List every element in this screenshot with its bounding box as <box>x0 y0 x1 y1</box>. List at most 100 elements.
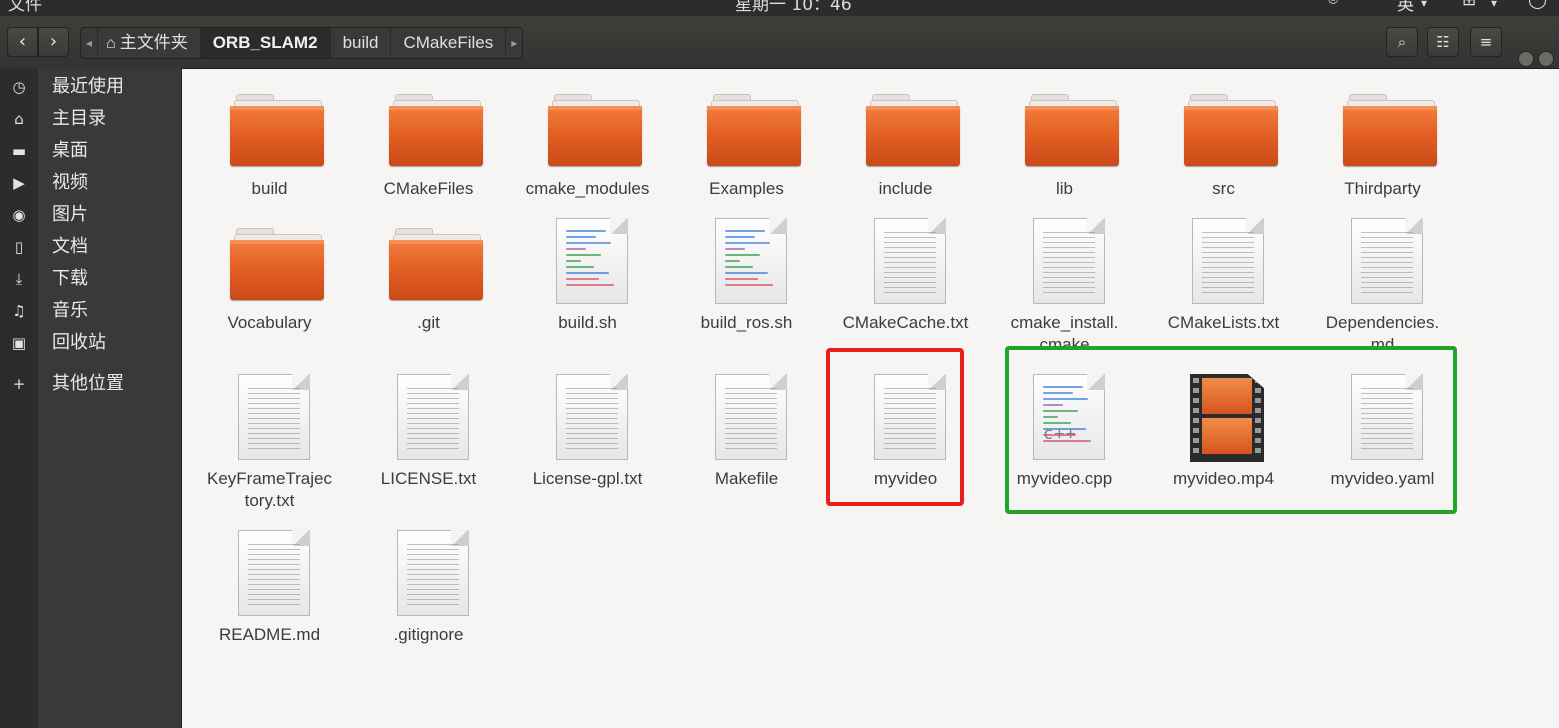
sidebar-item-video[interactable]: ▶ 视频 <box>0 168 181 198</box>
back-button[interactable]: ‹ <box>7 27 38 57</box>
file-item[interactable]: cmake_install. cmake <box>985 202 1144 354</box>
video-icon: ▶ <box>13 174 25 192</box>
folder-item[interactable]: include <box>826 68 985 218</box>
file-name-label: README.md <box>218 625 321 644</box>
folder-item[interactable]: lib <box>985 68 1144 218</box>
file-item[interactable]: build.sh <box>508 202 667 352</box>
sidebar-item-label: 图片 <box>52 204 88 225</box>
folder-icon <box>1343 94 1437 168</box>
file-name-label: Thirdparty <box>1344 179 1421 198</box>
file-item[interactable]: LICENSE.txt <box>349 358 508 508</box>
accessibility-icon[interactable]: ⍟ <box>1328 0 1338 10</box>
power-icon[interactable]: ◯ <box>1528 0 1547 10</box>
trash-icon: ▣ <box>11 334 27 352</box>
network-icon[interactable]: ⊞ <box>1462 0 1476 10</box>
folder-item[interactable]: Thirdparty <box>1303 68 1462 218</box>
breadcrumb-cmakefiles[interactable]: CMakeFiles <box>391 28 507 58</box>
file-item[interactable]: Dependencies. md <box>1303 202 1462 354</box>
search-button[interactable]: ⌕ <box>1386 27 1418 57</box>
clock-icon: ◷ <box>12 78 26 96</box>
folder-icon <box>230 94 324 168</box>
sidebar-item-download[interactable]: ⤓ 下载 <box>0 264 181 294</box>
file-name-label: KeyFrameTrajec tory.txt <box>206 469 332 510</box>
minimize-button[interactable] <box>1518 51 1534 67</box>
search-icon: ⌕ <box>1397 33 1407 51</box>
path-scroll-left-icon[interactable]: ◂ <box>81 28 99 58</box>
camera-icon: ◉ <box>12 206 26 224</box>
header-bar: ‹ › ◂ ⌂ 主文件夹 ORB_SLAM2 build CMakeFiles ▸… <box>0 16 1559 69</box>
system-top-bar: 文件 星期一 10：46 ⍟ 英 ▾ ⊞ ▾ ◯ <box>0 0 1559 16</box>
download-icon: ⤓ <box>15 270 23 288</box>
folder-icon <box>548 94 642 168</box>
file-name-label: build_ros.sh <box>700 313 793 332</box>
sidebar-item-label: 主目录 <box>52 108 106 129</box>
volume-icon[interactable]: ▾ <box>1491 0 1497 10</box>
sidebar-item-camera[interactable]: ◉ 图片 <box>0 200 181 230</box>
music-icon: ♫ <box>12 302 26 320</box>
view-options-icon: ☷ <box>1436 33 1450 51</box>
file-item[interactable]: Makefile <box>667 358 826 508</box>
maximize-button[interactable] <box>1538 51 1554 67</box>
plus-icon: + <box>12 375 26 393</box>
file-name-label: LICENSE.txt <box>380 469 477 488</box>
sidebar-item-label: 视频 <box>52 172 88 193</box>
file-name-label: CMakeFiles <box>383 179 474 198</box>
folder-item[interactable]: .git <box>349 202 508 352</box>
home-icon: ⌂ <box>14 110 24 128</box>
file-item[interactable]: CMakeLists.txt <box>1144 202 1303 352</box>
file-name-label: src <box>1212 179 1235 198</box>
folder-icon <box>866 94 960 168</box>
file-item[interactable]: CMakeCache.txt <box>826 202 985 352</box>
sidebar-item-home[interactable]: ⌂ 主目录 <box>0 104 181 134</box>
sidebar-item-label: 桌面 <box>52 140 88 161</box>
file-name-label: lib <box>1055 179 1073 198</box>
file-name-label: build.sh <box>558 313 617 332</box>
hamburger-menu-icon: ≡ <box>1479 33 1493 51</box>
file-item[interactable]: build_ros.sh <box>667 202 826 352</box>
file-name-label: cmake_modules <box>525 179 650 198</box>
folder-icon <box>389 94 483 168</box>
sidebar-item-label: 回收站 <box>52 332 106 353</box>
home-icon: ⌂ <box>106 35 116 52</box>
breadcrumb-home[interactable]: ⌂ 主文件夹 <box>98 28 201 58</box>
sidebar-item-document[interactable]: ▯ 文档 <box>0 232 181 262</box>
chevron-down-icon[interactable]: ▾ <box>1421 0 1427 10</box>
file-name-label: Makefile <box>714 469 779 488</box>
sidebar-item-folder[interactable]: ▬ 桌面 <box>0 136 181 166</box>
file-item[interactable]: README.md <box>190 514 349 664</box>
sidebar-item-plus[interactable]: + 其他位置 <box>0 369 181 399</box>
folder-item[interactable]: Examples <box>667 68 826 218</box>
file-item[interactable]: License-gpl.txt <box>508 358 667 508</box>
view-options-button[interactable]: ☷ <box>1427 27 1459 57</box>
folder-icon: ▬ <box>11 142 27 160</box>
folder-item[interactable]: CMakeFiles <box>349 68 508 218</box>
input-method-indicator[interactable]: 英 <box>1397 0 1414 15</box>
code-preview <box>566 230 616 296</box>
forward-button[interactable]: › <box>38 27 69 57</box>
sidebar-item-label: 文档 <box>52 236 88 257</box>
sidebar-item-music[interactable]: ♫ 音乐 <box>0 296 181 326</box>
sidebar-item-clock[interactable]: ◷ 最近使用 <box>0 72 181 102</box>
annotation-red-box <box>826 348 964 506</box>
breadcrumb-orb-slam2[interactable]: ORB_SLAM2 <box>200 28 331 58</box>
path-bar: ◂ ⌂ 主文件夹 ORB_SLAM2 build CMakeFiles ▸ <box>80 27 524 59</box>
folder-item[interactable]: build <box>190 68 349 218</box>
menu-button[interactable]: ≡ <box>1470 27 1502 57</box>
file-item[interactable]: KeyFrameTrajec tory.txt <box>190 358 349 510</box>
folder-icon <box>1184 94 1278 168</box>
file-grid: build CMakeFiles cmake_modules Examples incl… <box>182 68 1559 728</box>
sidebar-item-label: 音乐 <box>52 300 88 321</box>
app-menu[interactable]: 文件 <box>8 0 42 15</box>
file-name-label: Examples <box>709 179 784 198</box>
path-scroll-right-icon[interactable]: ▸ <box>506 28 522 58</box>
file-item[interactable]: .gitignore <box>349 514 508 664</box>
folder-item[interactable]: src <box>1144 68 1303 218</box>
folder-item[interactable]: Vocabulary <box>190 202 349 352</box>
clock[interactable]: 星期一 10：46 <box>735 0 852 15</box>
breadcrumb-label: 主文件夹 <box>119 33 188 52</box>
folder-icon <box>389 228 483 302</box>
folder-item[interactable]: cmake_modules <box>508 68 667 218</box>
file-name-label: .git <box>417 313 440 332</box>
breadcrumb-build[interactable]: build <box>331 28 392 58</box>
sidebar-item-trash[interactable]: ▣ 回收站 <box>0 328 181 358</box>
